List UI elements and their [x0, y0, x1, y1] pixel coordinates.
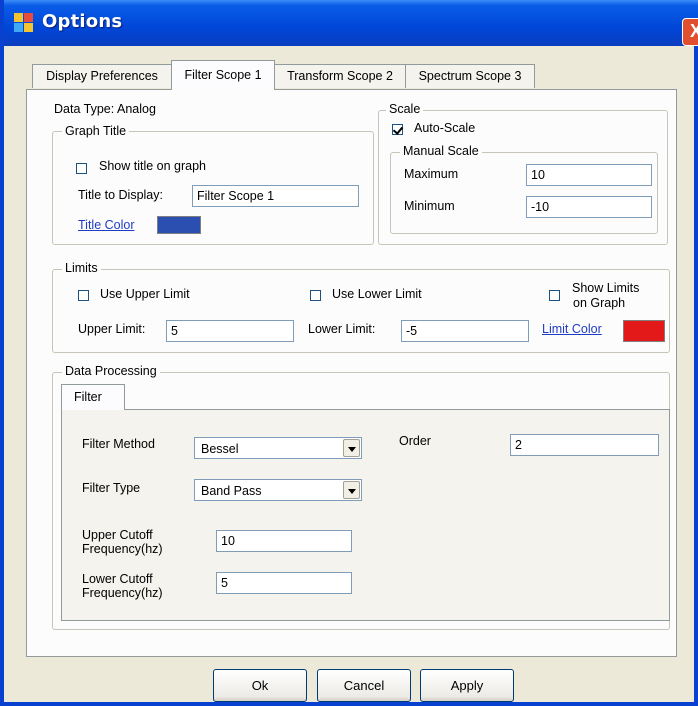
chevron-down-icon[interactable] [343, 481, 360, 499]
tab-label: Filter Scope 1 [184, 68, 262, 82]
lower-limit-input[interactable]: -5 [401, 320, 529, 342]
show-title-label: Show title on graph [99, 159, 207, 173]
ok-button[interactable]: Ok [213, 669, 307, 702]
limit-color-swatch[interactable] [623, 320, 665, 342]
limits-legend: Limits [62, 261, 101, 275]
use-upper-limit-label: Use Upper Limit [100, 287, 190, 301]
filter-method-select[interactable]: Bessel [194, 437, 362, 459]
cancel-button[interactable]: Cancel [317, 669, 411, 702]
lower-cutoff-label-line-2: Frequency(hz) [82, 586, 163, 600]
tab-label: Display Preferences [46, 69, 158, 83]
maximum-input[interactable]: 10 [526, 164, 652, 186]
lower-cutoff-label-line-1: Lower Cutoff [82, 572, 153, 586]
tab-spectrum-scope-3[interactable]: Spectrum Scope 3 [405, 64, 535, 88]
limit-color-link[interactable]: Limit Color [542, 322, 602, 336]
upper-cutoff-label-line-1: Upper Cutoff [82, 528, 153, 542]
show-limits-label-line-2: on Graph [573, 296, 626, 310]
show-title-checkbox[interactable] [76, 163, 87, 174]
data-processing-legend: Data Processing [62, 364, 160, 378]
tab-label: Transform Scope 2 [287, 69, 393, 83]
filter-type-select[interactable]: Band Pass [194, 479, 362, 501]
options-dialog: Options X Display Preferences Filter Sco… [0, 0, 698, 706]
close-button[interactable]: X [682, 18, 698, 46]
use-lower-limit-label: Use Lower Limit [332, 287, 422, 301]
minimum-label: Minimum [404, 199, 455, 213]
upper-cutoff-label-line-2: Frequency(hz) [82, 542, 163, 556]
order-label: Order [399, 434, 431, 448]
tab-display-preferences[interactable]: Display Preferences [32, 64, 172, 88]
upper-limit-input[interactable]: 5 [166, 320, 294, 342]
graph-title-legend: Graph Title [62, 124, 130, 138]
options-app-icon [14, 13, 34, 33]
manual-scale-legend: Manual Scale [400, 144, 482, 158]
tab-filter[interactable]: Filter [61, 384, 125, 410]
auto-scale-checkbox[interactable] [392, 124, 403, 135]
close-icon: X [689, 21, 698, 41]
title-to-display-input[interactable]: Filter Scope 1 [192, 185, 359, 207]
tab-filter-scope-1[interactable]: Filter Scope 1 [171, 60, 275, 90]
tab-label: Filter [74, 390, 102, 404]
title-color-swatch[interactable] [157, 216, 201, 234]
filter-type-label: Filter Type [82, 481, 141, 495]
show-limits-label-line-1: Show Limits [572, 281, 640, 295]
show-limits-checkbox[interactable] [549, 290, 560, 301]
filter-type-value: Band Pass [201, 484, 262, 498]
title-color-link[interactable]: Title Color [78, 218, 135, 232]
upper-cutoff-label: Upper Cutoff Frequency(hz) [82, 528, 163, 556]
upper-cutoff-input[interactable]: 10 [216, 530, 352, 552]
data-type-label: Data Type: Analog [54, 102, 156, 116]
chevron-down-icon[interactable] [343, 439, 360, 457]
minimum-input[interactable]: -10 [526, 196, 652, 218]
tab-transform-scope-2[interactable]: Transform Scope 2 [274, 64, 406, 88]
order-input[interactable]: 2 [510, 434, 659, 456]
maximum-label: Maximum [404, 167, 459, 181]
tab-label: Spectrum Scope 3 [418, 69, 522, 83]
title-bar[interactable]: Options X [4, 0, 698, 46]
scale-legend: Scale [386, 102, 424, 116]
filter-method-value: Bessel [201, 442, 239, 456]
apply-button[interactable]: Apply [420, 669, 514, 702]
lower-cutoff-input[interactable]: 5 [216, 572, 352, 594]
upper-limit-label: Upper Limit: [78, 322, 146, 336]
lower-limit-label: Lower Limit: [308, 322, 376, 336]
lower-cutoff-label: Lower Cutoff Frequency(hz) [82, 572, 163, 600]
title-to-display-label: Title to Display: [78, 188, 163, 202]
show-limits-label: Show Limits on Graph [572, 281, 639, 311]
use-upper-limit-checkbox[interactable] [78, 290, 89, 301]
use-lower-limit-checkbox[interactable] [310, 290, 321, 301]
filter-method-label: Filter Method [82, 437, 155, 451]
auto-scale-label: Auto-Scale [414, 121, 476, 135]
window-title: Options [42, 11, 123, 32]
